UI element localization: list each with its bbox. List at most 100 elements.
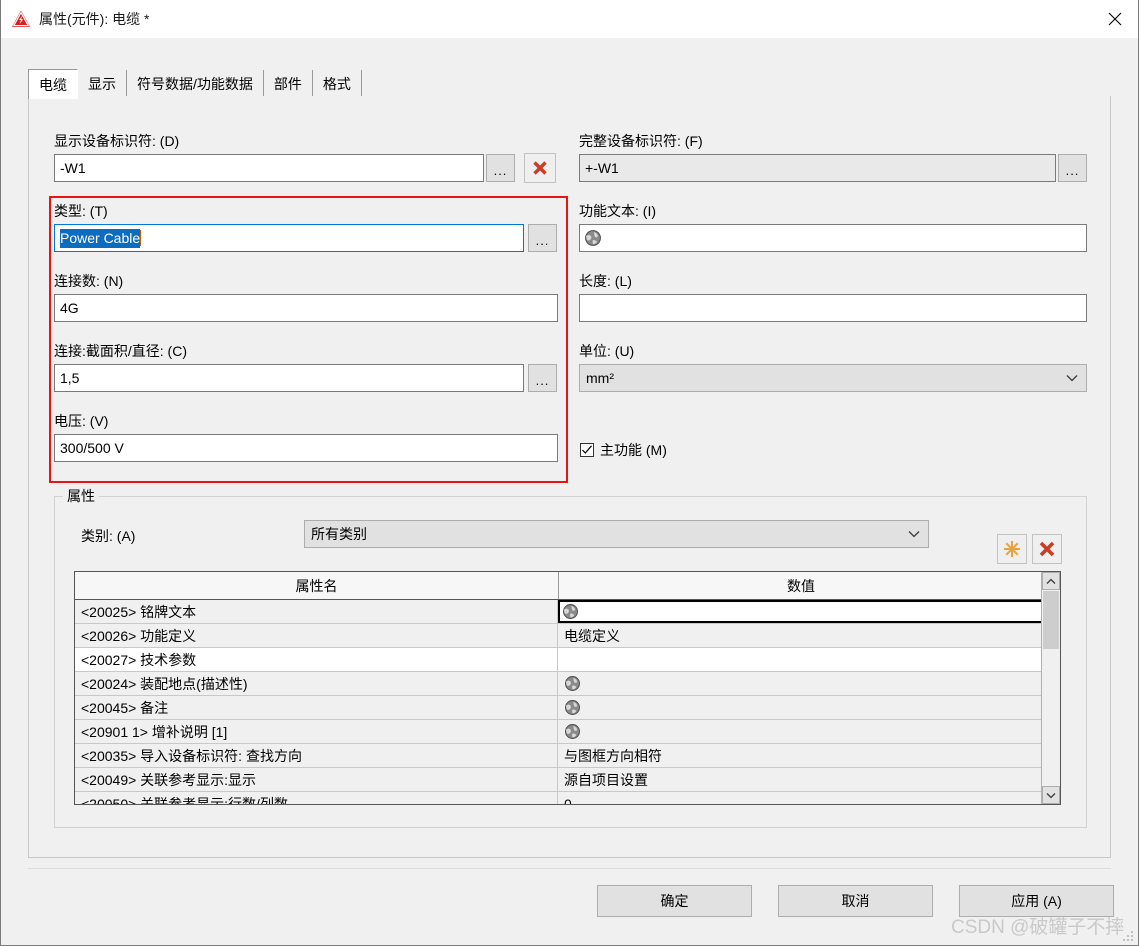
new-property-button[interactable]: [997, 534, 1027, 564]
title-bar: 属性(元件): 电缆 *: [1, 0, 1138, 38]
type-input[interactable]: Power Cable: [54, 224, 524, 252]
tab-label: 部件: [273, 76, 302, 92]
main-function-checkbox[interactable]: [580, 443, 594, 457]
type-browse-button[interactable]: ...: [528, 224, 557, 252]
footer-separator: [28, 868, 1111, 869]
length-label: 长度: (L): [579, 273, 632, 289]
row-property-name: <20024> 装配地点(描述性): [75, 672, 558, 695]
tab-format[interactable]: 格式: [312, 70, 362, 98]
warning-triangle-icon: [11, 9, 31, 29]
table-vertical-scrollbar[interactable]: [1041, 572, 1060, 804]
cross-section-label: 连接:截面积/直径: (C): [54, 343, 187, 359]
tab-parts[interactable]: 部件: [263, 70, 313, 98]
unit-select-value: mm²: [586, 370, 614, 386]
category-select[interactable]: 所有类别: [304, 520, 929, 548]
function-text-label: 功能文本: (I): [579, 203, 656, 219]
length-input[interactable]: [579, 294, 1087, 322]
tab-display[interactable]: 显示: [78, 70, 127, 98]
cross-section-browse-button[interactable]: ...: [528, 364, 557, 392]
cross-section-input[interactable]: [54, 364, 524, 392]
orange-asterisk-icon: [1004, 541, 1020, 557]
type-input-value: Power Cable: [60, 228, 141, 248]
apply-button[interactable]: 应用 (A): [959, 885, 1114, 917]
close-button[interactable]: [1092, 0, 1138, 37]
row-property-value: [558, 672, 1060, 695]
row-property-value: 电缆定义: [564, 627, 620, 644]
row-property-value: [558, 648, 1060, 671]
connection-count-label: 连接数: (N): [54, 273, 124, 289]
scroll-down-button[interactable]: [1042, 786, 1060, 804]
row-property-name: <20901 1> 增补说明 [1]: [75, 720, 558, 743]
table-row[interactable]: <20901 1> 增补说明 [1]: [75, 720, 1060, 744]
red-x-icon: [533, 161, 547, 175]
globe-icon: [564, 675, 582, 692]
properties-dialog: 属性(元件): 电缆 * 电缆 显示 符号数据/功能数据 部件 格式 显示设备标…: [0, 0, 1139, 946]
category-label: 类别: (A): [81, 528, 136, 544]
row-property-value: [558, 720, 1060, 743]
row-property-name: <20027> 技术参数: [75, 648, 558, 671]
table-header-row: 属性名 数值: [75, 572, 1060, 600]
table-row[interactable]: <20050> 关联参考显示:行数/列数 0: [75, 792, 1060, 805]
row-property-value: 源自项目设置: [564, 771, 648, 788]
tab-label: 符号数据/功能数据: [137, 76, 253, 92]
unit-select[interactable]: mm²: [579, 364, 1087, 392]
display-device-id-browse-button[interactable]: ...: [486, 154, 515, 182]
tab-cable[interactable]: 电缆: [28, 69, 78, 99]
row-property-name: <20045> 备注: [75, 696, 558, 719]
ok-button[interactable]: 确定: [597, 885, 752, 917]
resize-grip[interactable]: [1122, 930, 1134, 942]
cancel-button[interactable]: 取消: [778, 885, 933, 917]
main-function-label: 主功能 (M): [600, 442, 667, 458]
table-row[interactable]: <20026> 功能定义 电缆定义: [75, 624, 1060, 648]
tab-strip: 电缆 显示 符号数据/功能数据 部件 格式: [1, 38, 1138, 99]
voltage-input[interactable]: [54, 434, 558, 462]
row-property-name: <20050> 关联参考显示:行数/列数: [75, 792, 558, 804]
display-device-id-label: 显示设备标识符: (D): [54, 133, 180, 149]
chevron-down-icon: [908, 521, 920, 547]
row-property-name: <20049> 关联参考显示:显示: [75, 768, 558, 791]
function-text-input[interactable]: [579, 224, 1087, 252]
row-property-name: <20026> 功能定义: [75, 624, 558, 647]
globe-icon: [564, 699, 582, 716]
table-row[interactable]: <20045> 备注: [75, 696, 1060, 720]
properties-table: 属性名 数值 <20025> 铭牌文本 <20026> 功能定义 电缆定义 <2…: [74, 571, 1061, 805]
check-icon: [582, 445, 592, 454]
tab-label: 电缆: [39, 76, 67, 93]
tab-label: 格式: [322, 76, 351, 92]
unit-label: 单位: (U): [579, 343, 635, 359]
tab-label: 显示: [88, 76, 116, 92]
column-header-value[interactable]: 数值: [559, 572, 1043, 599]
display-device-id-delete-button[interactable]: [524, 153, 556, 183]
voltage-label: 电压: (V): [54, 413, 109, 429]
table-row[interactable]: <20035> 导入设备标识符: 查找方向 与图框方向相符: [75, 744, 1060, 768]
chevron-down-icon: [1066, 365, 1078, 391]
full-device-id-input[interactable]: [579, 154, 1056, 182]
row-property-name: <20025> 铭牌文本: [75, 600, 558, 623]
row-property-value: 0: [564, 795, 572, 805]
column-header-property-name[interactable]: 属性名: [75, 572, 559, 599]
table-row[interactable]: <20027> 技术参数: [75, 648, 1060, 672]
row-property-name: <20035> 导入设备标识符: 查找方向: [75, 744, 558, 767]
chevron-down-icon: [1046, 792, 1056, 798]
scroll-up-button[interactable]: [1042, 572, 1060, 590]
scroll-thumb[interactable]: [1043, 591, 1059, 649]
row-property-value: 与图框方向相符: [564, 747, 662, 764]
full-device-id-browse-button[interactable]: ...: [1058, 154, 1087, 182]
full-device-id-label: 完整设备标识符: (F): [579, 133, 703, 149]
table-row[interactable]: <20025> 铭牌文本: [75, 600, 1060, 624]
red-x-icon: [1039, 541, 1055, 557]
display-device-id-input[interactable]: [54, 154, 484, 182]
connection-count-input[interactable]: [54, 294, 558, 322]
page-title: 属性(元件): 电缆 *: [39, 11, 150, 27]
globe-icon: [584, 229, 602, 247]
table-row[interactable]: <20049> 关联参考显示:显示 源自项目设置: [75, 768, 1060, 792]
tab-symbol-function-data[interactable]: 符号数据/功能数据: [127, 70, 264, 98]
row-value-selected[interactable]: [558, 600, 1060, 623]
row-property-value: [558, 696, 1060, 719]
table-body: <20025> 铭牌文本 <20026> 功能定义 电缆定义 <20027> 技…: [75, 600, 1060, 804]
text-caret: [140, 230, 142, 246]
globe-icon: [562, 603, 579, 625]
delete-property-button[interactable]: [1032, 534, 1062, 564]
chevron-up-icon: [1046, 578, 1056, 584]
table-row[interactable]: <20024> 装配地点(描述性): [75, 672, 1060, 696]
